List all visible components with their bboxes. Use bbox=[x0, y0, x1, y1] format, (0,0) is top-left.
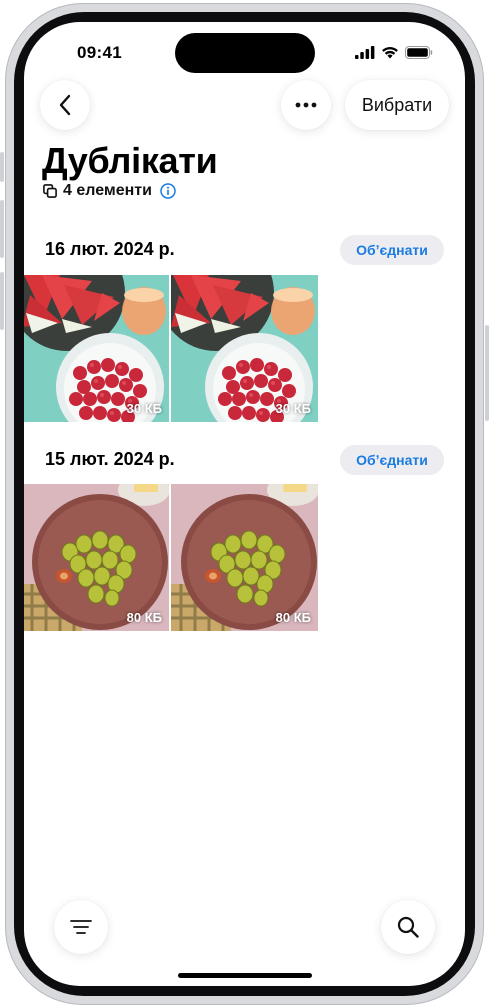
photo-thumbnail[interactable]: 80 КБ bbox=[171, 484, 318, 631]
side-button bbox=[485, 325, 489, 421]
select-button[interactable]: Вибрати bbox=[345, 80, 449, 130]
figs-photo bbox=[171, 484, 318, 631]
status-icons bbox=[355, 46, 433, 59]
screen: 09:41 Вибрати Дублікати 4 елементи 16 лю… bbox=[24, 22, 465, 986]
more-button[interactable] bbox=[281, 80, 331, 130]
wifi-icon bbox=[382, 46, 398, 59]
item-count-label: 4 елементи bbox=[63, 182, 152, 199]
group-date: 15 лют. 2024 р. bbox=[45, 449, 175, 469]
page-title: Дублікати bbox=[42, 140, 218, 181]
chevron-left-icon bbox=[59, 94, 71, 116]
home-indicator[interactable] bbox=[177, 973, 312, 978]
raspberries-photo bbox=[171, 275, 318, 422]
filter-lines-icon bbox=[70, 920, 92, 934]
dynamic-island bbox=[175, 33, 315, 73]
figs-photo bbox=[24, 484, 169, 631]
back-button[interactable] bbox=[40, 80, 90, 130]
volume-down-button bbox=[0, 272, 4, 330]
status-bar: 09:41 bbox=[24, 22, 465, 82]
filter-button[interactable] bbox=[54, 900, 108, 954]
battery-icon bbox=[405, 46, 433, 59]
file-size: 80 КБ bbox=[126, 610, 162, 625]
photo-thumbnail[interactable]: 30 КБ bbox=[24, 275, 169, 422]
ellipsis-icon bbox=[295, 102, 317, 108]
photo-thumbnail[interactable]: 30 КБ bbox=[171, 275, 318, 422]
status-time: 09:41 bbox=[77, 43, 122, 62]
file-size: 30 КБ bbox=[126, 401, 162, 416]
volume-up-button bbox=[0, 200, 4, 258]
merge-button[interactable]: Обʼєднати bbox=[340, 445, 444, 475]
group-date: 16 лют. 2024 р. bbox=[45, 239, 175, 259]
file-size: 80 КБ bbox=[275, 610, 311, 625]
cellular-signal-icon bbox=[355, 46, 375, 59]
info-icon[interactable] bbox=[160, 183, 176, 199]
item-count: 4 елементи bbox=[43, 182, 176, 200]
copy-icon bbox=[43, 184, 57, 198]
file-size: 30 КБ bbox=[275, 401, 311, 416]
raspberries-photo bbox=[24, 275, 169, 422]
photo-thumbnail[interactable]: 80 КБ bbox=[24, 484, 169, 631]
action-button bbox=[0, 152, 4, 182]
merge-button[interactable]: Обʼєднати bbox=[340, 235, 444, 265]
search-button[interactable] bbox=[381, 900, 435, 954]
search-icon bbox=[397, 916, 419, 938]
